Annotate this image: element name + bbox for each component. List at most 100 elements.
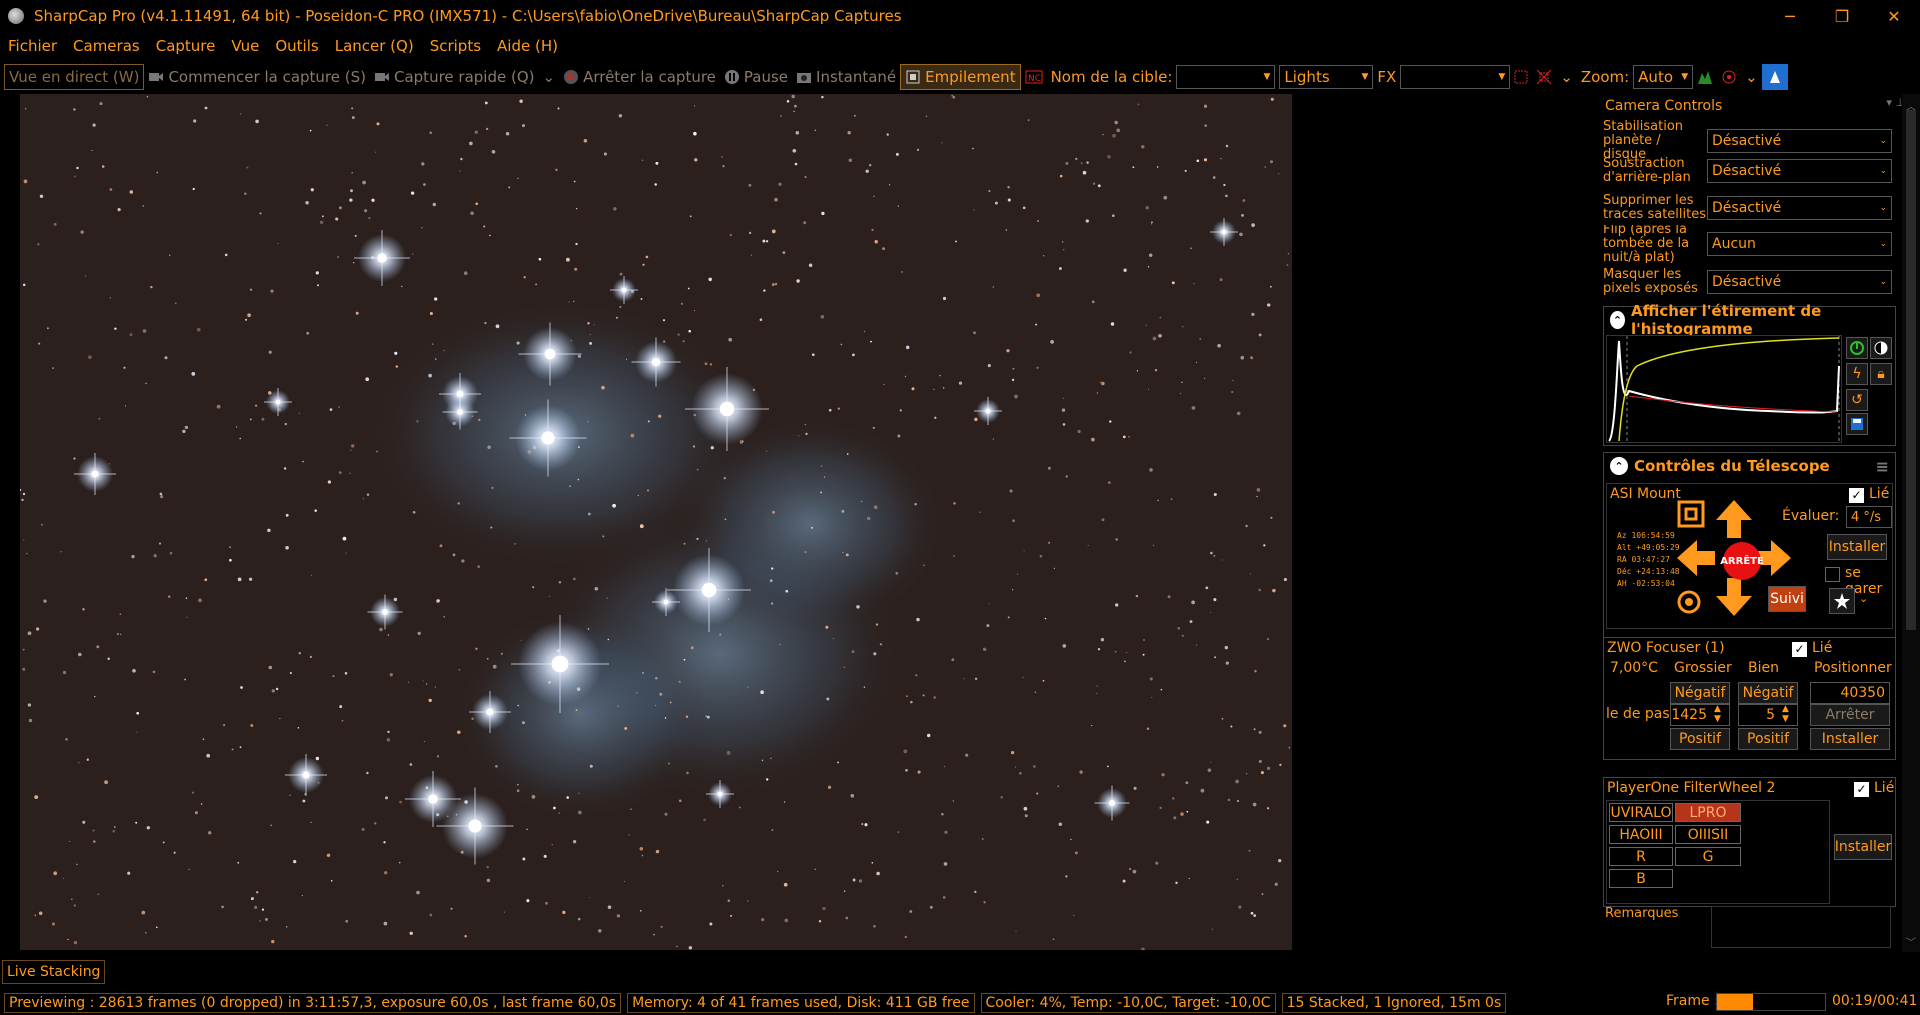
dark-correction-icon[interactable]: NC — [1021, 64, 1047, 90]
hamburger-menu-icon[interactable]: ≡ — [1876, 457, 1889, 476]
star-dropdown[interactable]: ⌄ — [1859, 592, 1868, 605]
stabilisation-combo[interactable]: Désactivé ⌄ — [1707, 129, 1892, 153]
filter-haoiii[interactable]: HAOIII — [1609, 825, 1673, 844]
stacking-button[interactable]: Empilement — [900, 64, 1021, 90]
focuser-linked-checkbox[interactable]: ✓ — [1792, 642, 1807, 657]
window-title: SharpCap Pro (v4.1.11491, 64 bit) - Pose… — [34, 7, 902, 25]
park-checkbox[interactable] — [1825, 567, 1840, 582]
right-dock-scrollbar[interactable]: ︿ ﹀ — [1902, 94, 1920, 952]
auto-stretch-icon[interactable] — [1846, 337, 1868, 359]
menu-capture[interactable]: Capture — [148, 37, 224, 55]
histogram-header[interactable]: ⌃ Afficher l'étirement de l'histogramme — [1604, 302, 1895, 338]
menu-outils[interactable]: Outils — [267, 37, 326, 55]
collapse-icon[interactable]: ⌃ — [1610, 457, 1628, 475]
frame-type-combo[interactable]: Lights ▼ — [1279, 65, 1374, 89]
menu-vue[interactable]: Vue — [223, 37, 267, 55]
notes-label: Remarques — [1605, 906, 1679, 921]
telescope-header[interactable]: ⌃ Contrôles du Télescope ≡ — [1604, 453, 1895, 479]
quick-capture-button[interactable]: Capture rapide (Q) — [370, 64, 539, 90]
histogram-icon[interactable] — [1693, 64, 1717, 90]
start-capture-button[interactable]: Commencer la capture (S) — [144, 64, 370, 90]
mount-install-button[interactable]: Installer — [1827, 534, 1887, 560]
snapshot-label: Instantané — [816, 68, 897, 86]
contrast-icon[interactable] — [1870, 337, 1892, 359]
live-stacking-tab[interactable]: Live Stacking — [2, 960, 106, 984]
scrollbar-thumb[interactable] — [1906, 110, 1916, 630]
control-label: Soustraction d'arrière-plan — [1603, 156, 1691, 185]
focuser-linked-label: Lié — [1812, 640, 1833, 656]
notes-textarea[interactable] — [1711, 906, 1891, 948]
tracking-button[interactable]: Suivi — [1768, 586, 1806, 612]
mask-pixels-combo[interactable]: Désactivé ⌄ — [1707, 270, 1892, 294]
filter-uviralo[interactable]: UVIRALO — [1609, 803, 1673, 822]
pause-button[interactable]: Pause — [720, 64, 792, 90]
menu-aide[interactable]: Aide (H) — [489, 37, 566, 55]
status-bar: Previewing : 28613 frames (0 dropped) in… — [0, 990, 1920, 1015]
collapse-icon[interactable]: ⌃ — [1610, 311, 1625, 329]
coarse-positive-button[interactable]: Positif — [1670, 728, 1730, 750]
control-label: Masquer les pixels exposés — [1603, 267, 1698, 296]
coarse-step-field[interactable]: 1425 — [1670, 704, 1730, 726]
target-name-combo[interactable]: ▼ — [1176, 65, 1276, 89]
quick-capture-dropdown[interactable]: ⌄ — [539, 64, 560, 90]
status-cooler: Cooler: 4%, Temp: -10,0C, Target: -10,0C — [980, 992, 1276, 1013]
reset-icon[interactable]: ↺ — [1846, 389, 1868, 411]
arrow-left-icon[interactable] — [1677, 540, 1715, 576]
quick-capture-label: Capture rapide (Q) — [394, 68, 535, 86]
image-viewport[interactable] — [0, 94, 1295, 952]
satellite-trails-combo[interactable]: Désactivé ⌄ — [1707, 196, 1892, 220]
focus-assist-icon[interactable] — [1717, 64, 1741, 90]
lock-icon[interactable]: 🔒︎ — [1870, 363, 1892, 385]
fine-step-spinner[interactable]: ▲ ▼ — [1782, 704, 1789, 724]
close-button[interactable]: ✕ — [1868, 0, 1920, 32]
fx-combo[interactable]: ▼ — [1400, 65, 1511, 89]
home-target-icon[interactable] — [1677, 590, 1701, 614]
scroll-down-icon[interactable]: ﹀ — [1906, 934, 1916, 949]
coarse-step-spinner[interactable]: ▲ ▼ — [1714, 704, 1721, 724]
selection-rect-icon[interactable] — [1510, 64, 1532, 90]
fine-step-field[interactable]: 5 — [1738, 704, 1798, 726]
rate-combo[interactable]: 4 °/s — [1846, 506, 1892, 528]
fine-positive-button[interactable]: Positif — [1738, 728, 1798, 750]
coarse-negative-button[interactable]: Négatif — [1670, 682, 1730, 704]
zoom-combo[interactable]: Auto ▼ — [1633, 65, 1694, 89]
focuser-position-field[interactable]: 40350 — [1810, 682, 1890, 704]
menu-scripts[interactable]: Scripts — [422, 37, 489, 55]
snapshot-button[interactable]: Instantané — [792, 64, 900, 90]
menu-cameras[interactable]: Cameras — [65, 37, 148, 55]
stop-mount-button[interactable]: ARRÊTE — [1720, 542, 1764, 580]
filter-r[interactable]: R — [1609, 847, 1673, 866]
filterwheel-install-button[interactable]: Installer — [1834, 834, 1892, 860]
menu-lancer[interactable]: Lancer (Q) — [327, 37, 422, 55]
focus-dropdown[interactable]: ⌄ — [1741, 64, 1762, 90]
lightning-icon[interactable]: ϟ — [1846, 363, 1868, 385]
filter-b[interactable]: B — [1609, 869, 1673, 888]
filter-g[interactable]: G — [1675, 847, 1741, 866]
polar-align-icon[interactable] — [1761, 64, 1788, 90]
spiral-search-icon[interactable] — [1677, 500, 1705, 528]
filter-lpro[interactable]: LPRO — [1675, 803, 1741, 822]
frame-progress-fill — [1717, 994, 1753, 1010]
focuser-stop-button[interactable]: Arrêter — [1810, 704, 1890, 726]
menu-fichier[interactable]: Fichier — [0, 37, 65, 55]
crosshair-dropdown[interactable]: ⌄ — [1556, 64, 1577, 90]
background-subtraction-combo[interactable]: Désactivé ⌄ — [1707, 159, 1892, 183]
save-icon[interactable] — [1846, 413, 1868, 435]
star-icon[interactable] — [1829, 588, 1855, 614]
live-view-button[interactable]: Vue en direct (W) — [4, 64, 145, 90]
filterwheel-linked-checkbox[interactable]: ✓ — [1854, 782, 1869, 797]
crosshair-icon[interactable] — [1532, 64, 1556, 90]
coord-az: Az 106:54:59 — [1617, 531, 1675, 540]
mount-linked-checkbox[interactable]: ✓ — [1849, 488, 1864, 503]
fine-negative-button[interactable]: Négatif — [1738, 682, 1798, 704]
flip-combo[interactable]: Aucun ⌄ — [1707, 232, 1892, 256]
arrow-up-icon[interactable] — [1716, 500, 1752, 538]
stop-capture-button[interactable]: Arrêter la capture — [559, 64, 720, 90]
maximize-button[interactable]: ❐ — [1816, 0, 1868, 32]
zoom-label: Zoom: — [1580, 68, 1630, 86]
arrow-down-icon[interactable] — [1716, 578, 1752, 616]
minimize-button[interactable]: ─ — [1764, 0, 1816, 32]
focuser-install-button[interactable]: Installer — [1810, 728, 1890, 750]
filter-oiiisii[interactable]: OIIISII — [1675, 825, 1741, 844]
histogram-graph[interactable] — [1606, 335, 1842, 444]
